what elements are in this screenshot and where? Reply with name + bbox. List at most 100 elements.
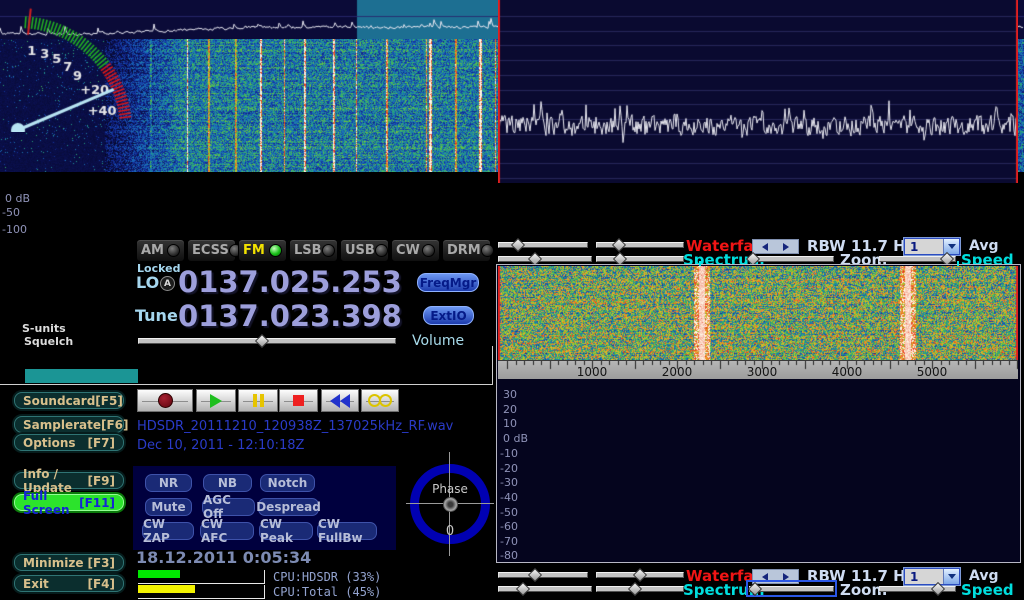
mode-button-lsb[interactable]: LSB: [289, 239, 338, 262]
contrast-slider[interactable]: [596, 569, 684, 580]
lsb-led: [322, 244, 335, 257]
audio-db-label: -20: [500, 462, 518, 475]
audio-scale-label: 2000: [662, 365, 693, 379]
spectrum-range-slider[interactable]: [596, 253, 684, 264]
rewind-button[interactable]: [321, 389, 359, 412]
audio-db-label: -80: [500, 549, 518, 562]
mode-button-usb[interactable]: USB: [340, 239, 389, 262]
audio-display-controls-bottom: Waterfall RBW 11.7 Hz 1 Avg Spectrum Zoo…: [495, 566, 1024, 598]
audio-db-label: -60: [500, 520, 518, 533]
mode-button-cw[interactable]: CW: [391, 239, 440, 262]
freqmgr-button[interactable]: FreqMgr: [417, 273, 479, 292]
cpu-hdsdr-meter: [138, 570, 265, 584]
full-screen-button[interactable]: Full Screen[F11]: [14, 494, 124, 511]
s-meter[interactable]: [0, 0, 134, 132]
zoom-slider[interactable]: [749, 583, 834, 594]
tune-label: Tune: [135, 306, 178, 325]
speed-slider[interactable]: [879, 253, 956, 264]
datetime-display: 18.12.2011 0:05:34: [136, 548, 311, 567]
am-led: [167, 244, 180, 257]
audio-db-label: -30: [500, 476, 518, 489]
rf-db-label: -50: [2, 206, 20, 219]
cpu-hdsdr-text: CPU:HDSDR (33%): [273, 570, 381, 584]
zoom-slider[interactable]: [749, 253, 834, 264]
audio-waterfall-display[interactable]: [498, 266, 1018, 360]
play-button[interactable]: [196, 389, 236, 412]
record-icon: [158, 393, 173, 408]
loop-icon: [368, 394, 392, 407]
spectrum-gain-slider[interactable]: [498, 583, 592, 594]
cw-zap-button[interactable]: CW ZAP: [142, 522, 194, 540]
contrast-slider[interactable]: [596, 239, 684, 250]
audio-scale-label: 3000: [747, 365, 778, 379]
divider: [492, 346, 493, 385]
cw-peak-button[interactable]: CW Peak: [259, 522, 313, 540]
speed-slider[interactable]: [879, 583, 956, 594]
mode-button-drm[interactable]: DRM: [442, 239, 491, 262]
left-arrow-icon[interactable]: [762, 243, 768, 251]
cw-led: [422, 244, 435, 257]
mute-button[interactable]: Mute: [145, 498, 192, 516]
squelch-level-bar[interactable]: [25, 369, 138, 383]
play-icon: [210, 394, 222, 408]
audio-db-label: -70: [500, 535, 518, 548]
rf-db-label: -100: [2, 223, 27, 236]
samplerate-button[interactable]: Samplerate[F6]: [14, 416, 124, 433]
volume-label: Volume: [412, 333, 464, 349]
tune-frequency-display[interactable]: 0137.023.398: [178, 299, 402, 333]
right-arrow-icon[interactable]: [783, 573, 789, 581]
right-arrow-icon[interactable]: [783, 243, 789, 251]
mode-button-am[interactable]: AM: [136, 239, 185, 262]
agc-button[interactable]: AGC Off: [202, 498, 255, 516]
info-update-button[interactable]: Info / Update[F9]: [14, 472, 124, 489]
s-meter-units-label: S-units: [22, 322, 66, 335]
lo-frequency-display[interactable]: 0137.025.253: [178, 265, 402, 299]
audio-db-label: 10: [503, 417, 517, 430]
dropdown-arrow-icon[interactable]: [943, 569, 959, 584]
pause-button[interactable]: [238, 389, 278, 412]
brightness-slider[interactable]: [498, 569, 588, 580]
playback-bar: [0, 389, 492, 413]
brightness-slider[interactable]: [498, 239, 588, 250]
minimize-button[interactable]: Minimize[F3]: [14, 554, 124, 571]
rf-db-label: 0 dB: [5, 192, 30, 205]
cpu-total-text: CPU:Total (45%): [273, 585, 381, 599]
nb-button[interactable]: NB: [203, 474, 252, 492]
extio-button[interactable]: ExtIO: [423, 306, 474, 325]
stop-icon: [293, 395, 304, 406]
notch-button[interactable]: Notch: [260, 474, 315, 492]
spectrum-gain-slider[interactable]: [498, 253, 592, 264]
options-button[interactable]: Options[F7]: [14, 434, 124, 451]
audio-display-controls-top: Waterfall RBW 11.7 Hz 1 Avg Spectrum Zoo…: [495, 236, 1024, 266]
audio-scale-label: 4000: [832, 365, 863, 379]
audio-db-label: 20: [503, 403, 517, 416]
stop-button[interactable]: [279, 389, 318, 412]
volume-slider[interactable]: [138, 335, 396, 346]
recording-filename: HDSDR_20111210_120938Z_137025kHz_RF.wav: [137, 419, 453, 434]
phase-label: Phase: [406, 482, 494, 496]
loop-button[interactable]: [361, 389, 399, 412]
record-button[interactable]: [137, 389, 193, 412]
pause-icon: [253, 394, 264, 407]
squelch-label[interactable]: Squelch: [24, 335, 73, 348]
audio-db-label: 0 dB: [503, 432, 528, 445]
lo-label: LO: [136, 273, 159, 292]
audio-spectrum-display[interactable]: [498, 0, 1018, 183]
cw-afc-button[interactable]: CW AFC: [200, 522, 254, 540]
spectrum-range-slider[interactable]: [596, 583, 684, 594]
mode-button-fm[interactable]: FM: [238, 239, 287, 262]
despread-button[interactable]: Despread: [258, 498, 319, 516]
left-arrow-icon[interactable]: [762, 573, 768, 581]
cw-fullbw-button[interactable]: CW FullBw: [317, 522, 377, 540]
phase-value: 0: [406, 524, 494, 539]
audio-db-label: -50: [500, 506, 518, 519]
exit-button[interactable]: Exit[F4]: [14, 575, 124, 592]
rewind-icon: [330, 394, 350, 408]
audio-db-label: -40: [500, 491, 518, 504]
nr-button[interactable]: NR: [145, 474, 192, 492]
hdsdr-window: 137000 137005 137010 137015 137020 13702…: [0, 0, 1024, 600]
audio-frequency-scale[interactable]: 1000 2000 3000 4000 5000: [498, 360, 1018, 379]
lo-lock-badge[interactable]: A: [160, 276, 175, 291]
mode-button-ecss[interactable]: ECSS: [187, 239, 236, 262]
audio-db-label: 30: [503, 388, 517, 401]
